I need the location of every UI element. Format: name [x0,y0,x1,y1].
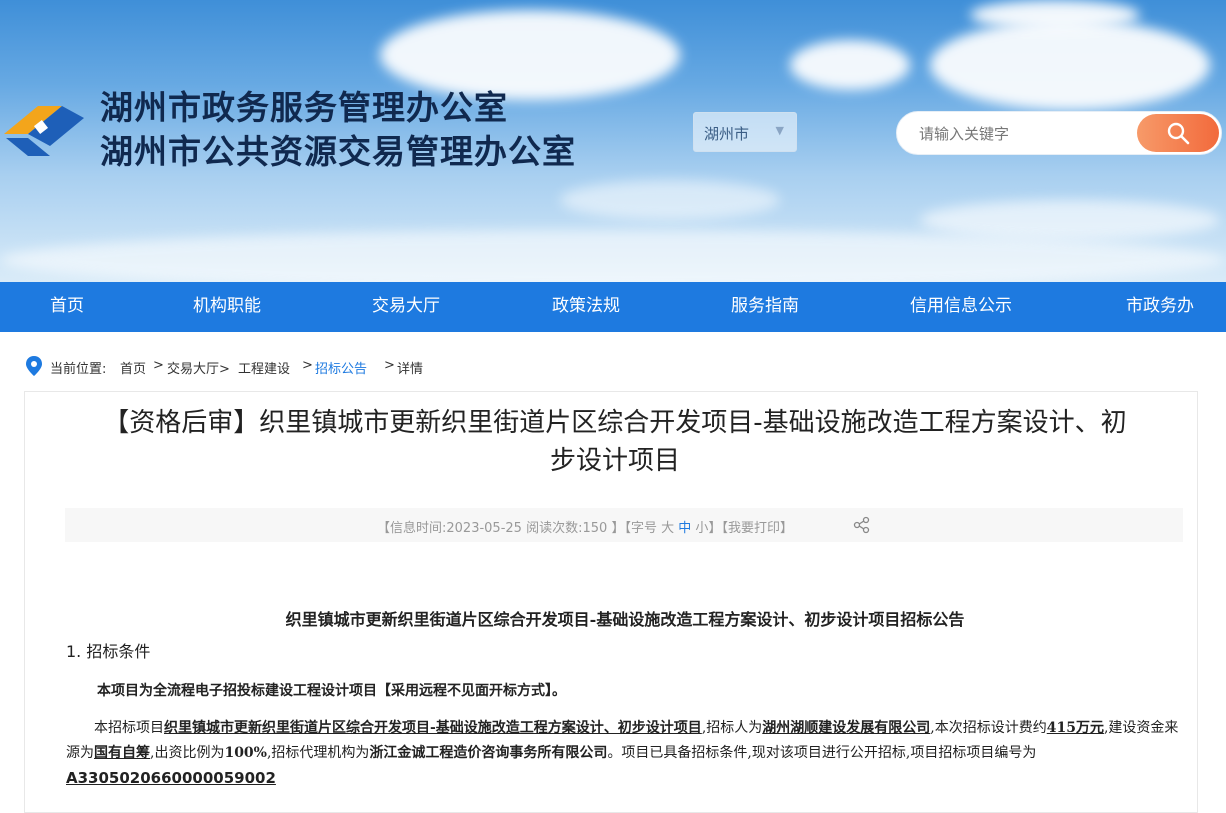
article-title-line2: 步设计项目 [549,446,680,476]
text-segment: ,招标人为 [701,720,763,736]
nav-item-municipal-affairs[interactable]: 市政务办 [1126,282,1194,332]
project-name: 织里镇城市更新织里街道片区综合开发项目-基础设施改造工程方案设计、初步设计项目 [164,720,702,736]
funding-ratio: 100% [224,745,267,761]
tenderer-name: 湖州湖顺建设发展有限公司 [762,720,931,736]
section-heading: 1. 招标条件 [66,642,151,661]
nav-item-policy[interactable]: 政策法规 [552,282,620,332]
cloud-decoration [930,20,1210,110]
site-title-line1: 湖州市政务服务管理办公室 [100,88,508,127]
agent-name: 浙江金诚工程造价咨询事务所有限公司 [369,745,608,761]
breadcrumb-tender-notice[interactable]: 招标公告 [315,358,367,377]
cloud-decoration [560,180,780,220]
main-nav: 首页 机构职能 交易大厅 政策法规 服务指南 信用信息公示 市政务办 [0,282,1226,332]
site-title: 湖州市政务服务管理办公室 湖州市公共资源交易管理办公室 [100,86,576,174]
breadcrumb-separator: > [153,358,164,373]
article-meta: 【信息时间:2023-05-25 阅读次数:150 】【字号 大 中 小】【我要… [377,517,793,536]
search-input[interactable] [917,122,1131,146]
views-label: 阅读次数: [526,521,583,536]
text-segment: ,本次招标设计费约 [930,720,1047,736]
article-title-line1: 【资格后审】织里镇城市更新织里街道片区综合开发项目-基础设施改造工程方案设计、初 [103,408,1127,438]
city-select-value: 湖州市 [704,125,750,143]
search-button[interactable] [1137,114,1219,152]
design-fee: 415万元 [1046,720,1104,736]
nav-item-home[interactable]: 首页 [50,282,84,332]
info-time-label: 【信息时间: [377,521,447,536]
location-pin-icon [26,356,42,376]
views-count: 150 [582,521,608,536]
fund-source: 国有自筹 [94,745,150,761]
breadcrumb-label: 当前位置: [50,362,107,377]
breadcrumb-separator: > [302,358,313,373]
article-card: 【资格后审】织里镇城市更新织里街道片区综合开发项目-基础设施改造工程方案设计、初… [24,391,1198,813]
share-icon[interactable] [853,516,871,534]
project-code: A3305020660000059002 [66,769,276,787]
paragraph-details: 本招标项目织里镇城市更新织里街道片区综合开发项目-基础设施改造工程方案设计、初步… [66,716,1184,792]
breadcrumb-detail: 详情 [397,362,424,377]
text-segment: ,出资比例为 [150,745,225,761]
cloud-decoration [920,200,1220,240]
search-icon [1167,122,1190,145]
font-size-medium[interactable]: 中 [678,521,691,536]
nav-item-service-guide[interactable]: 服务指南 [731,282,799,332]
article-info-bar: 【信息时间:2023-05-25 阅读次数:150 】【字号 大 中 小】【我要… [65,508,1183,542]
publish-date: 2023-05-25 [446,521,522,536]
nav-item-credit-info[interactable]: 信用信息公示 [910,282,1012,332]
font-size-small[interactable]: 小 [695,521,708,536]
site-title-line2: 湖州市公共资源交易管理办公室 [100,132,576,171]
breadcrumb-trading-hall[interactable]: 交易大厅> [167,358,230,377]
breadcrumb-separator: > [384,358,395,373]
font-size-large[interactable]: 大 [661,521,674,536]
breadcrumb-home[interactable]: 首页 [120,358,146,377]
header-banner: 湖州市政务服务管理办公室 湖州市公共资源交易管理办公室 湖州市 ▼ [0,0,1226,282]
text-segment: ,招标代理机构为 [266,745,370,761]
text-segment: 。项目已具备招标条件,现对该项目进行公开招标,项目招标项目编号为 [607,745,1037,761]
breadcrumb-engineering[interactable]: 工程建设 [238,358,290,377]
text-segment: 本招标项目 [94,720,164,736]
search-box [896,111,1222,155]
font-size-label: 】【字号 [611,521,657,536]
print-button[interactable]: 】【我要打印】 [708,521,793,536]
nav-item-organization[interactable]: 机构职能 [193,282,261,332]
cloud-decoration [0,230,1226,282]
paragraph-intro: 本项目为全流程电子招投标建设工程设计项目【采用远程不见面开标方式】。 [97,683,566,699]
emblem-logo-icon [4,106,84,156]
cloud-decoration [790,40,910,90]
chevron-down-icon: ▼ [775,124,784,137]
notice-title: 织里镇城市更新织里街道片区综合开发项目-基础设施改造工程方案设计、初步设计项目招… [285,610,965,629]
nav-item-trading-hall[interactable]: 交易大厅 [372,282,440,332]
city-select[interactable]: 湖州市 ▼ [693,112,797,152]
article-title: 【资格后审】织里镇城市更新织里街道片区综合开发项目-基础设施改造工程方案设计、初… [65,404,1165,480]
cloud-decoration [970,0,1140,30]
